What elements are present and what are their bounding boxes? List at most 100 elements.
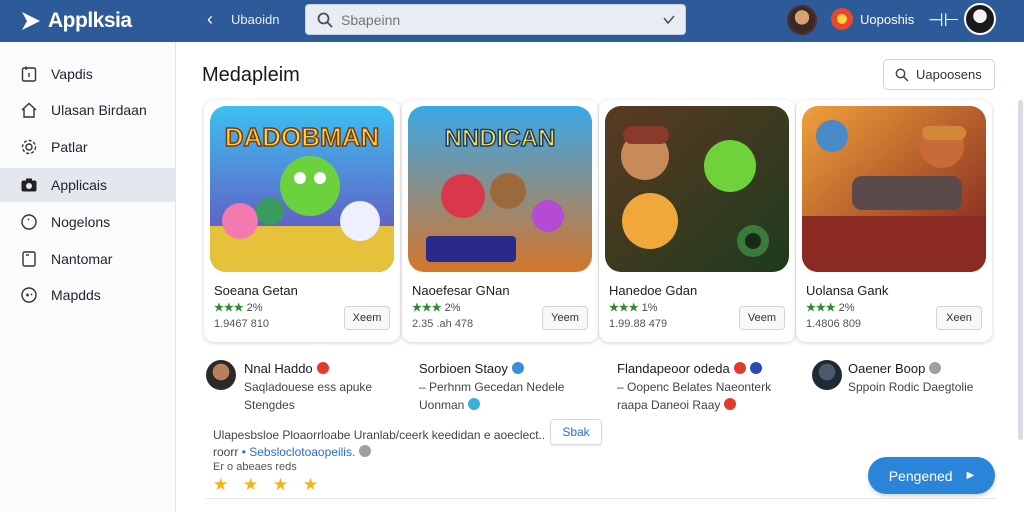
divider [206, 498, 996, 499]
sidebar-item-patlar[interactable]: Patlar [0, 130, 175, 164]
app-thumbnail[interactable] [605, 106, 789, 272]
review-meta: Er o abeaes reds [213, 461, 297, 473]
filter-label: Uapoosens [916, 67, 982, 82]
logo-icon [22, 12, 40, 30]
verified-badge-icon [511, 362, 524, 374]
user-label[interactable]: Uoposhis [860, 12, 914, 27]
view-button[interactable]: Yeem [542, 306, 588, 330]
rating-stars: ★★★ 2% [806, 302, 855, 314]
review-text: Ulapesbsloe Ploaorrloabe Uranlab/ceerk k… [213, 428, 546, 442]
rating-stars: ★★★ 1% [609, 302, 658, 314]
bookmark-icon [22, 251, 36, 267]
filter-button[interactable]: Uapoosens [883, 59, 995, 90]
sidebar-item-label: Vapdis [51, 66, 93, 82]
check-icon[interactable] [661, 12, 677, 28]
home-icon [21, 102, 37, 118]
page-title: Medapleim [202, 64, 300, 86]
review-stars[interactable]: ★ ★ ★ ★ [213, 475, 323, 495]
chevron-right-icon: ▶ [966, 470, 975, 481]
camera-icon [21, 178, 37, 192]
app-meta: 1.99.88 479 [609, 318, 668, 330]
sidebar-item-label: Patlar [51, 139, 88, 155]
view-button[interactable]: Xeen [936, 306, 982, 330]
search-icon [317, 12, 333, 28]
gamepad-icon [21, 287, 37, 303]
developer-subtitle: Stengdes [244, 398, 295, 412]
app-thumbnail[interactable]: NNDICAN [408, 106, 592, 272]
info-badge-icon [468, 398, 481, 410]
sidebar-item-label: Nantomar [51, 251, 113, 267]
app-thumbnail[interactable]: DADOBMAN [210, 106, 394, 272]
sidebar-item-ulasan[interactable]: Ulasan Birdaan [0, 93, 175, 127]
search-bar[interactable] [305, 4, 686, 35]
view-button[interactable]: Xeem [344, 306, 390, 330]
app-card[interactable]: DADOBMAN Soeana Getan ★★★ 2% 1.9467 810 X… [204, 100, 400, 342]
primary-button-label: Pengened [888, 467, 953, 484]
sidebar-item-vapdis[interactable]: Vapdis [0, 57, 175, 91]
info-icon [21, 214, 37, 230]
app-meta: 1.9467 810 [214, 318, 270, 330]
profile-avatar[interactable] [964, 3, 996, 35]
avatar[interactable] [206, 360, 236, 390]
developer-description: Sppoin Rodic Daegtolie [848, 380, 974, 394]
sidebar-item-label: Ulasan Birdaan [51, 102, 147, 118]
sidebar: Vapdis Ulasan Birdaan Patlar Applicais N… [0, 42, 176, 512]
app-card[interactable]: NNDICAN Naoefesar GNan ★★★ 2% 2.35 .ah 47… [402, 100, 598, 342]
verified-badge-icon [316, 362, 329, 374]
app-meta: 2.35 .ah 478 [412, 318, 474, 330]
verified-badge-icon [733, 362, 746, 374]
developer-name[interactable]: Oaener Boop [848, 361, 942, 376]
sidebar-item-label: Mapdds [51, 287, 101, 303]
secondary-badge-icon [749, 362, 762, 374]
sidebar-item-label: Applicais [51, 177, 108, 193]
sidebar-item-applicais[interactable]: Applicais [0, 168, 175, 202]
verified-badge-icon [929, 362, 942, 374]
main-content: Medapleim Uapoosens DADOBMAN Soeana Geta… [176, 42, 1024, 512]
app-meta: 1.4806 809 [806, 318, 862, 330]
brand[interactable]: Applksia [0, 9, 175, 33]
sidebar-item-label: Nogelons [51, 214, 111, 230]
developer-description: Saqladouese ess apuke [244, 380, 373, 394]
breadcrumb[interactable]: Ubaoidn [231, 12, 279, 27]
review-link-line: roorr • Sebsloclotoaopeilis. [213, 445, 371, 459]
app-name[interactable]: Uolansa Gank [806, 283, 888, 298]
developer-name[interactable]: Nnal Haddo [244, 361, 329, 376]
app-name: Applksia [48, 9, 132, 32]
app-name[interactable]: Naoefesar GNan [412, 283, 510, 298]
search-input[interactable] [333, 11, 661, 28]
avatar[interactable] [787, 5, 817, 35]
app-card[interactable]: Hanedoe Gdan ★★★ 1% 1.99.88 479 Veem [599, 100, 795, 342]
scrollbar[interactable] [1018, 100, 1023, 440]
search-icon [895, 68, 909, 82]
developer-name[interactable]: Sorbioen Staoy [419, 361, 524, 376]
calendar-icon [21, 66, 37, 82]
sidebar-item-nogelons[interactable]: Nogelons [0, 205, 175, 239]
sidebar-item-mapdds[interactable]: Mapdds [0, 278, 175, 312]
app-thumbnail[interactable] [802, 106, 986, 272]
primary-button[interactable]: Pengened ▶ [868, 457, 995, 494]
app-name[interactable]: Hanedoe Gdan [609, 283, 697, 298]
developer-description: – Oopenc Belates Naeonterk [617, 380, 772, 394]
status-badge-icon [724, 398, 737, 410]
split-view-icon[interactable]: ⊣⊢ [928, 10, 959, 30]
developer-subtitle: Uonman [419, 398, 481, 412]
app-name[interactable]: Soeana Getan [214, 283, 298, 298]
send-button[interactable]: Sbak [550, 419, 602, 445]
review-link[interactable]: • Sebsloclotoaopeilis. [242, 445, 356, 459]
developer-description: – Perhnm Gecedan Nedele [419, 380, 565, 394]
avatar[interactable] [812, 360, 842, 390]
sidebar-item-nantomar[interactable]: Nantomar [0, 242, 175, 276]
top-bar: Applksia ‹ Ubaoidn Uoposhis ⊣⊢ [0, 0, 1024, 42]
app-art-title: DADOBMAN [225, 122, 380, 152]
gear-icon [21, 139, 37, 155]
rating-stars: ★★★ 2% [214, 302, 263, 314]
help-icon[interactable] [358, 445, 371, 457]
view-button[interactable]: Veem [739, 306, 785, 330]
back-chevron-icon[interactable]: ‹ [200, 9, 220, 29]
app-card[interactable]: Uolansa Gank ★★★ 2% 1.4806 809 Xeen [796, 100, 992, 342]
app-art-title: NNDICAN [445, 125, 556, 152]
developer-subtitle: raapa Daneoi Raay [617, 398, 737, 412]
notification-icon[interactable] [831, 8, 853, 30]
rating-stars: ★★★ 2% [412, 302, 461, 314]
developer-name[interactable]: Flandapeoor odeda [617, 361, 762, 376]
